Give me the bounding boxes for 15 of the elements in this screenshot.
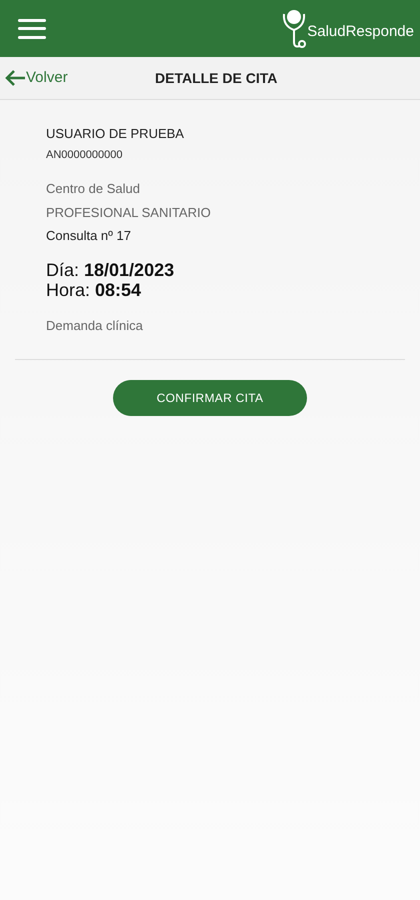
appointment-day: Día: 18/01/2023: [46, 260, 420, 280]
arrow-left-icon: [4, 69, 26, 87]
appointment-type: Demanda clínica: [46, 316, 144, 334]
patient-name: USUARIO DE PRUEBA: [46, 125, 185, 143]
app-logo-text: SaludResponde: [307, 22, 414, 42]
appointment-time: Hora: 08:54: [46, 280, 142, 300]
back-button[interactable]: Volver: [0, 66, 68, 90]
confirm-button[interactable]: CONFIRMAR CITA: [113, 380, 307, 416]
professional: PROFESIONAL SANITARIO: [46, 204, 212, 222]
patient-id: AN0000000000: [46, 148, 124, 162]
room: Consulta nº 17: [46, 227, 132, 245]
stethoscope-icon: [281, 8, 308, 50]
page-title: DETALLE DE CITA: [155, 68, 278, 88]
menu-icon[interactable]: [18, 18, 46, 38]
health-center: Centro de Salud: [46, 180, 141, 198]
